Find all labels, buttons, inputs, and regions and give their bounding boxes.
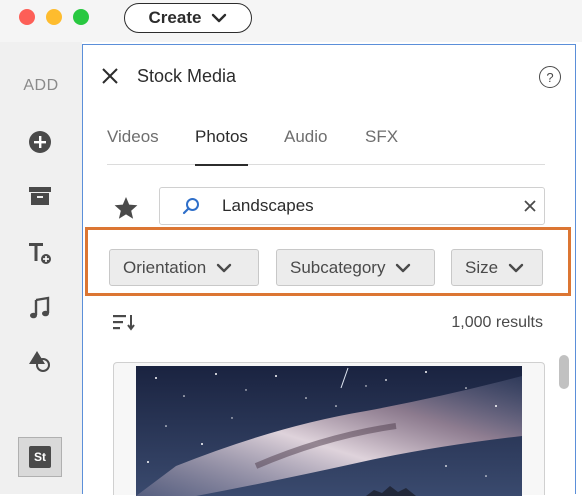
search-input[interactable]: Landscapes xyxy=(159,187,545,225)
size-label: Size xyxy=(465,257,499,277)
create-button-label: Create xyxy=(148,8,202,27)
milky-way-image xyxy=(136,366,522,496)
create-button[interactable]: Create xyxy=(124,3,252,33)
results-count: 1,000 results xyxy=(451,314,543,331)
music-note-icon[interactable] xyxy=(22,290,58,326)
subcategory-label: Subcategory xyxy=(290,257,386,277)
star-icon[interactable] xyxy=(113,195,139,221)
zoom-window-button[interactable] xyxy=(73,9,89,25)
media-tabs: Videos Photos Audio SFX xyxy=(107,127,545,166)
sort-icon[interactable] xyxy=(113,313,135,331)
help-icon[interactable]: ? xyxy=(539,66,561,88)
tab-videos[interactable]: Videos xyxy=(107,127,159,165)
shapes-icon[interactable] xyxy=(22,343,58,379)
scrollbar-thumb[interactable] xyxy=(559,355,569,389)
scrollbar[interactable] xyxy=(559,355,569,495)
subcategory-dropdown[interactable]: Subcategory xyxy=(276,249,435,286)
clear-search-icon[interactable] xyxy=(524,200,536,212)
search-icon xyxy=(182,198,199,215)
stock-button[interactable]: St xyxy=(18,437,62,477)
tab-audio[interactable]: Audio xyxy=(284,127,327,165)
chevron-down-icon xyxy=(216,263,232,272)
minimize-window-button[interactable] xyxy=(46,9,62,25)
sidebar-add-label: ADD xyxy=(23,77,59,94)
title-bar: Create xyxy=(0,0,582,42)
plus-circle-icon[interactable] xyxy=(22,124,58,160)
result-thumbnail[interactable] xyxy=(136,366,522,496)
result-card[interactable] xyxy=(113,362,545,496)
chevron-down-icon xyxy=(508,263,524,272)
text-add-icon[interactable] xyxy=(22,235,58,271)
size-dropdown[interactable]: Size xyxy=(451,249,543,286)
tab-photos[interactable]: Photos xyxy=(195,127,248,166)
close-window-button[interactable] xyxy=(19,9,35,25)
close-icon[interactable] xyxy=(101,67,119,85)
archive-icon[interactable] xyxy=(22,178,58,214)
sidebar: ADD St xyxy=(0,42,82,494)
tab-sfx[interactable]: SFX xyxy=(365,127,398,165)
chevron-down-icon xyxy=(396,263,411,272)
chevron-down-icon xyxy=(212,13,227,23)
stock-media-panel: Stock Media ? Videos Photos Audio SFX La… xyxy=(82,44,576,496)
orientation-label: Orientation xyxy=(123,257,207,277)
stock-icon: St xyxy=(29,446,51,468)
search-value: Landscapes xyxy=(222,196,314,215)
panel-title: Stock Media xyxy=(137,66,237,86)
orientation-dropdown[interactable]: Orientation xyxy=(109,249,259,286)
